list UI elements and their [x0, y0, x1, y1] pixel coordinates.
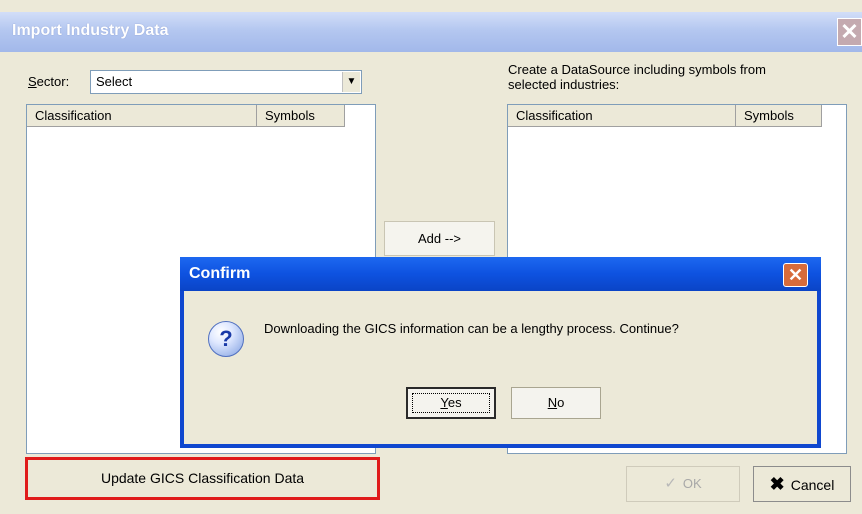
x-icon: ✖: [769, 474, 785, 494]
yes-button[interactable]: Yes: [406, 387, 496, 419]
question-icon: ?: [208, 321, 244, 357]
focus-rectangle: [412, 393, 490, 413]
right-column-header-classification[interactable]: Classification: [508, 105, 736, 127]
no-button[interactable]: No: [511, 387, 601, 419]
confirm-close-button[interactable]: ✕: [783, 263, 808, 287]
close-icon: ✕: [787, 265, 804, 285]
main-close-button[interactable]: ✕: [837, 18, 862, 46]
left-column-header-classification[interactable]: Classification: [27, 105, 257, 127]
confirm-dialog: Confirm ✕ ? Downloading the GICS informa…: [180, 257, 821, 448]
sector-dropdown[interactable]: Select ▼: [90, 70, 362, 94]
confirm-title-bar[interactable]: Confirm ✕: [180, 257, 821, 291]
right-panel-description: Create a DataSource including symbols fr…: [508, 62, 766, 92]
sector-selected-value: Select: [96, 74, 133, 89]
right-column-header-symbols[interactable]: Symbols: [736, 105, 822, 127]
left-column-header-symbols[interactable]: Symbols: [257, 105, 345, 127]
add-button[interactable]: Add -->: [384, 221, 495, 256]
sector-label: Sector:: [28, 74, 70, 89]
ok-button[interactable]: ✓ OK: [626, 466, 740, 502]
confirm-message: Downloading the GICS information can be …: [264, 321, 679, 336]
confirm-body: ? Downloading the GICS information can b…: [184, 291, 817, 444]
close-icon: ✕: [840, 19, 859, 44]
chevron-down-icon[interactable]: ▼: [342, 72, 360, 92]
check-icon: ✓: [664, 475, 677, 492]
main-window-title: Import Industry Data: [12, 22, 169, 39]
confirm-title: Confirm: [189, 265, 251, 282]
update-gics-button[interactable]: Update GICS Classification Data: [25, 457, 380, 500]
cancel-button[interactable]: ✖ Cancel: [753, 466, 851, 502]
main-title-bar[interactable]: Import Industry Data ✕: [0, 12, 862, 52]
